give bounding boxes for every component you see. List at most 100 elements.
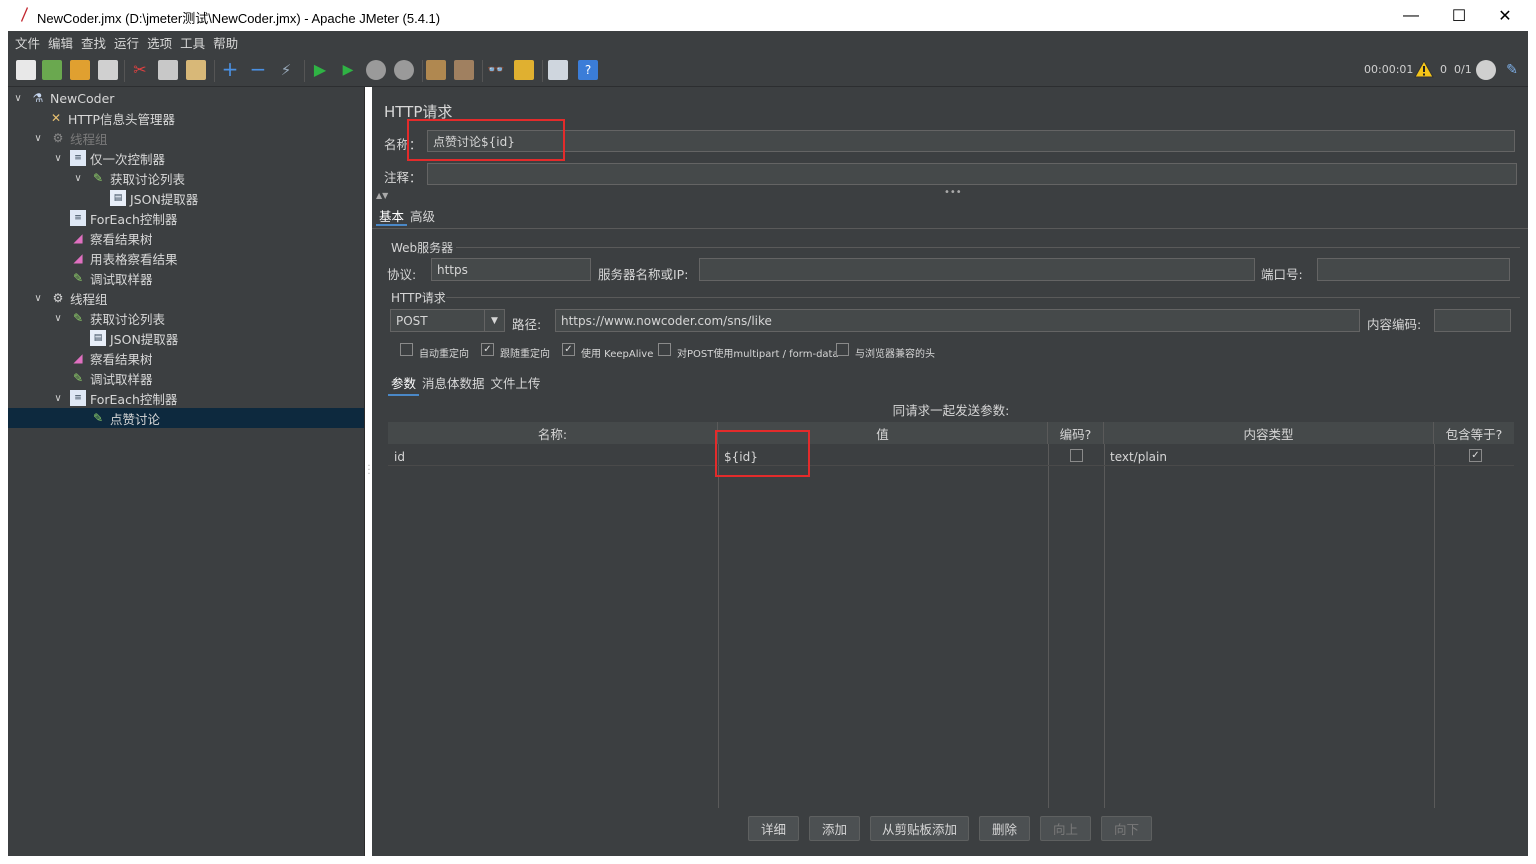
add-from-clipboard-button[interactable]: 从剪贴板添加 (870, 816, 969, 841)
clear-all-icon[interactable] (454, 60, 474, 80)
controller-icon: ≡ (70, 150, 86, 166)
column-header-include-equals[interactable]: 包含等于? (1434, 422, 1514, 444)
minimize-button[interactable]: — (1388, 0, 1434, 31)
tree-node-get-list-1[interactable]: ∨ ✎ 获取讨论列表 (72, 168, 185, 188)
start-no-pauses-icon[interactable]: ▶ (338, 60, 358, 80)
method-select[interactable]: POST ▼ (390, 309, 505, 332)
menu-tools[interactable]: 工具 (176, 33, 209, 52)
tab-body-data[interactable]: 消息体数据 (419, 371, 488, 396)
new-icon[interactable] (16, 60, 36, 80)
log-toggle-icon[interactable]: ✎ (1502, 60, 1522, 80)
reset-search-icon[interactable] (514, 60, 534, 80)
menu-search[interactable]: 查找 (77, 33, 110, 52)
tab-basic[interactable]: 基本 (376, 204, 408, 226)
chevron-down-icon[interactable]: ▼ (484, 310, 504, 331)
follow-redirect-checkbox[interactable]: ✓ (481, 343, 494, 356)
tree-node-header-manager[interactable]: ✕ HTTP信息头管理器 (48, 108, 175, 128)
server-field[interactable] (699, 258, 1255, 281)
tree-node-foreach-2[interactable]: ∨ ≡ ForEach控制器 (52, 388, 177, 408)
collapse-icon[interactable]: − (248, 59, 268, 80)
function-helper-icon[interactable] (548, 60, 568, 80)
tree-node-get-list-2[interactable]: ∨ ✎ 获取讨论列表 (52, 308, 165, 328)
toolbar-separator (124, 60, 125, 82)
tree-node-threadgroup-2[interactable]: ∨ ⚙ 线程组 (32, 288, 107, 308)
tree-node-threadgroup-1[interactable]: ∨ ⚙ 线程组 (32, 128, 107, 148)
row-name-cell[interactable]: id (394, 450, 405, 464)
path-field[interactable]: https://www.nowcoder.com/sns/like (555, 309, 1360, 332)
row-encode-checkbox[interactable] (1070, 449, 1083, 462)
menu-options[interactable]: 选项 (143, 33, 176, 52)
flask-icon: ⚗ (32, 91, 44, 105)
name-field[interactable]: 点赞讨论${id} (427, 130, 1515, 152)
maximize-button[interactable]: ☐ (1436, 0, 1482, 31)
detail-button[interactable]: 详细 (748, 816, 799, 841)
tree-node-result-tree-2[interactable]: ◢ 察看结果树 (70, 348, 152, 368)
copy-icon[interactable] (158, 60, 178, 80)
cut-icon[interactable]: ✂ (130, 60, 150, 80)
templates-icon[interactable] (42, 60, 62, 80)
menu-run[interactable]: 运行 (110, 33, 143, 52)
shutdown-icon[interactable] (394, 60, 414, 80)
multipart-checkbox[interactable] (658, 343, 671, 356)
paste-icon[interactable] (186, 60, 206, 80)
tree-node-debug-sampler-2[interactable]: ✎ 调试取样器 (70, 368, 153, 388)
stop-icon[interactable] (366, 60, 386, 80)
open-icon[interactable] (70, 60, 90, 80)
tree-node-like-discussion[interactable]: ✎ 点赞讨论 (90, 408, 160, 428)
expand-icon[interactable]: + (220, 59, 240, 80)
toggle-icon[interactable]: ⚡ (276, 60, 296, 80)
encoding-field[interactable] (1434, 309, 1511, 332)
chevron-down-icon[interactable]: ∨ (52, 393, 64, 404)
tree-node-table-results[interactable]: ◢ 用表格察看结果 (70, 248, 177, 268)
tab-file-upload[interactable]: 文件上传 (488, 371, 544, 396)
save-icon[interactable] (98, 60, 118, 80)
start-icon[interactable]: ▶ (310, 60, 330, 80)
row-content-type-cell[interactable]: text/plain (1110, 450, 1167, 464)
tree-node-once-controller[interactable]: ∨ ≡ 仅一次控制器 (52, 148, 165, 168)
move-down-button[interactable]: 向下 (1101, 816, 1152, 841)
controller-icon: ≡ (70, 210, 86, 226)
tab-advanced[interactable]: 高级 (407, 204, 438, 226)
clear-icon[interactable] (426, 60, 446, 80)
add-button[interactable]: 添加 (809, 816, 860, 841)
move-up-button[interactable]: 向上 (1040, 816, 1091, 841)
tree-node-testplan[interactable]: ∨ ⚗ NewCoder (12, 88, 114, 108)
tree-node-json-extractor-2[interactable]: ▤ JSON提取器 (90, 328, 178, 348)
remote-icon[interactable] (1476, 60, 1496, 80)
chevron-down-icon[interactable]: ∨ (32, 133, 44, 144)
menu-help[interactable]: 帮助 (209, 33, 242, 52)
auto-redirect-checkbox[interactable] (400, 343, 413, 356)
column-divider (1434, 444, 1435, 808)
search-icon[interactable]: 👓 (486, 60, 506, 80)
column-header-content-type[interactable]: 内容类型 (1104, 422, 1434, 444)
comment-field[interactable] (427, 163, 1517, 185)
tab-parameters[interactable]: 参数 (388, 371, 420, 396)
close-button[interactable]: ✕ (1482, 0, 1528, 31)
protocol-field[interactable]: https (431, 258, 591, 281)
chevron-down-icon[interactable]: ∨ (52, 313, 64, 324)
tree-node-json-extractor-1[interactable]: ▤ JSON提取器 (110, 188, 198, 208)
chevron-down-icon[interactable]: ∨ (32, 293, 44, 304)
keepalive-checkbox[interactable]: ✓ (562, 343, 575, 356)
warning-icon[interactable] (1414, 60, 1434, 78)
divider-handle[interactable]: ••• (944, 187, 962, 198)
menu-file[interactable]: 文件 (11, 33, 44, 52)
port-field[interactable] (1317, 258, 1510, 281)
tree-node-debug-sampler-1[interactable]: ✎ 调试取样器 (70, 268, 153, 288)
chevron-down-icon[interactable]: ∨ (52, 153, 64, 164)
column-header-name[interactable]: 名称: (388, 422, 718, 444)
tree-node-result-tree-1[interactable]: ◢ 察看结果树 (70, 228, 152, 248)
column-header-encode[interactable]: 编码? (1048, 422, 1104, 444)
gear-icon: ⚙ (52, 291, 64, 305)
browser-headers-checkbox[interactable] (836, 343, 849, 356)
table-row[interactable] (388, 444, 1514, 466)
collapse-arrows-icon[interactable]: ▲▼ (376, 191, 388, 200)
tree-node-foreach-1[interactable]: ≡ ForEach控制器 (70, 208, 177, 228)
help-icon[interactable]: ? (578, 60, 598, 80)
chevron-down-icon[interactable]: ∨ (72, 173, 84, 184)
row-include-equals-checkbox[interactable]: ✓ (1469, 449, 1482, 462)
menu-edit[interactable]: 编辑 (44, 33, 77, 52)
delete-button[interactable]: 删除 (979, 816, 1030, 841)
chevron-down-icon[interactable]: ∨ (12, 93, 24, 104)
server-label: 服务器名称或IP: (598, 267, 689, 282)
